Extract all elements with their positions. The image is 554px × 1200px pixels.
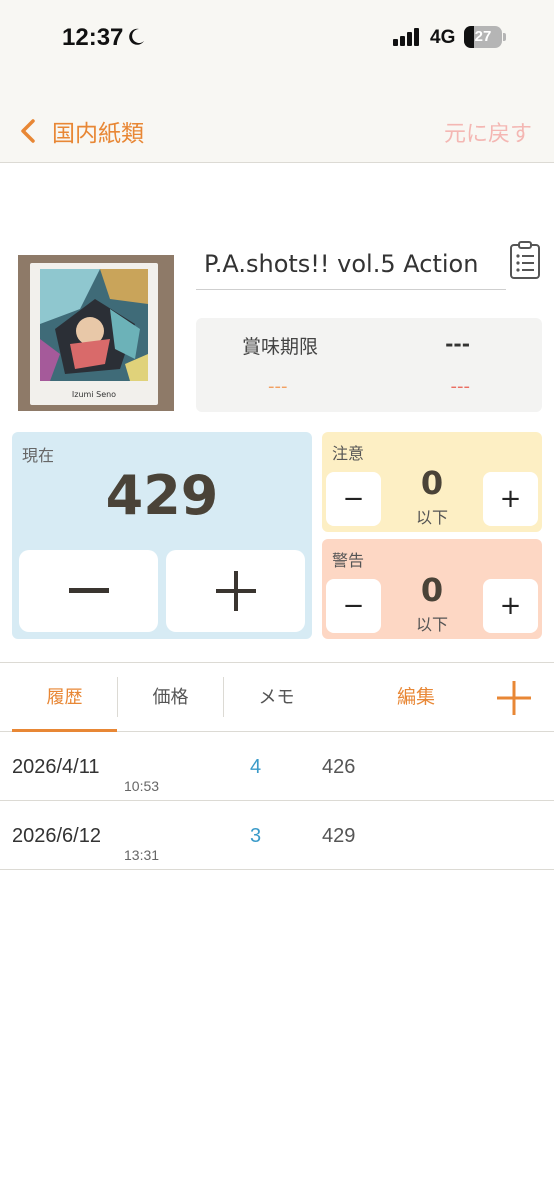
warning-label: 警告 <box>332 551 365 570</box>
expiry-label: 賞味期限 <box>242 336 319 358</box>
back-label: 国内紙類 <box>52 121 144 147</box>
plus-icon <box>215 571 256 611</box>
add-icon[interactable] <box>497 681 531 715</box>
warning-unit: 以下 <box>415 615 448 634</box>
caution-decrement-button[interactable]: − <box>326 472 381 526</box>
nav-bar: 国内紙類 元に戻す <box>0 80 554 163</box>
clipboard-list-icon[interactable] <box>508 240 542 280</box>
tab-price[interactable]: 価格 <box>118 663 223 732</box>
expiry-panel[interactable]: 賞味期限 --- --- --- <box>196 318 542 412</box>
clock: 12:37 <box>62 24 124 51</box>
history-time: 10:53 <box>124 778 160 794</box>
decrement-button[interactable] <box>19 550 158 632</box>
caution-value: 0 <box>420 464 444 502</box>
chevron-left-icon <box>21 119 35 143</box>
caution-panel: 注意 − 0 以下 + <box>322 432 542 532</box>
history-change: 4 <box>250 756 262 778</box>
thumbnail-caption: Izumi Seno <box>71 390 117 399</box>
item-thumbnail[interactable]: Izumi Seno <box>18 255 174 411</box>
expiry-sub-left: --- <box>268 376 288 397</box>
increment-button[interactable] <box>166 550 305 632</box>
history-row[interactable]: 2026/6/12 13:31 3 429 <box>0 801 554 870</box>
edit-button[interactable]: 編集 <box>378 663 454 732</box>
item-title: P.A.shots!! vol.5 Action <box>204 250 479 278</box>
warning-increment-button[interactable]: + <box>483 579 538 633</box>
tab-memo[interactable]: メモ <box>224 663 329 732</box>
caution-unit: 以下 <box>415 508 448 527</box>
current-stock-panel: 現在 429 <box>12 432 312 639</box>
history-date: 2026/4/11 <box>12 756 100 778</box>
moon-icon <box>129 28 144 45</box>
warning-decrement-button[interactable]: − <box>326 579 381 633</box>
tab-bar: 履歴 価格 メモ 編集 <box>0 662 554 732</box>
expiry-sub-right: --- <box>450 376 471 397</box>
history-row[interactable]: 2026/4/11 10:53 4 426 <box>0 732 554 801</box>
history-time: 13:31 <box>124 847 160 863</box>
history-total: 429 <box>322 825 356 847</box>
back-button[interactable]: 国内紙類 <box>18 114 144 148</box>
status-bar: 12:37 4G 27 <box>0 0 554 80</box>
current-value: 429 <box>105 464 219 527</box>
minus-icon <box>68 588 109 593</box>
tab-history[interactable]: 履歴 <box>12 663 117 732</box>
history-date: 2026/6/12 <box>12 825 101 847</box>
caution-increment-button[interactable]: + <box>483 472 538 526</box>
artwork-image <box>40 269 148 381</box>
network-type: 4G <box>430 27 456 48</box>
expiry-value: --- <box>445 332 470 356</box>
battery-icon: 27 <box>464 26 506 48</box>
current-label: 現在 <box>22 446 55 465</box>
warning-panel: 警告 − 0 以下 + <box>322 539 542 639</box>
history-total: 426 <box>322 756 356 778</box>
warning-value: 0 <box>420 571 444 609</box>
revert-button[interactable]: 元に戻す <box>444 116 532 148</box>
history-change: 3 <box>250 825 262 847</box>
title-field[interactable]: P.A.shots!! vol.5 Action <box>196 244 506 290</box>
battery-percent: 27 <box>474 28 492 45</box>
signal-icon <box>393 28 419 46</box>
caution-label: 注意 <box>332 444 365 463</box>
